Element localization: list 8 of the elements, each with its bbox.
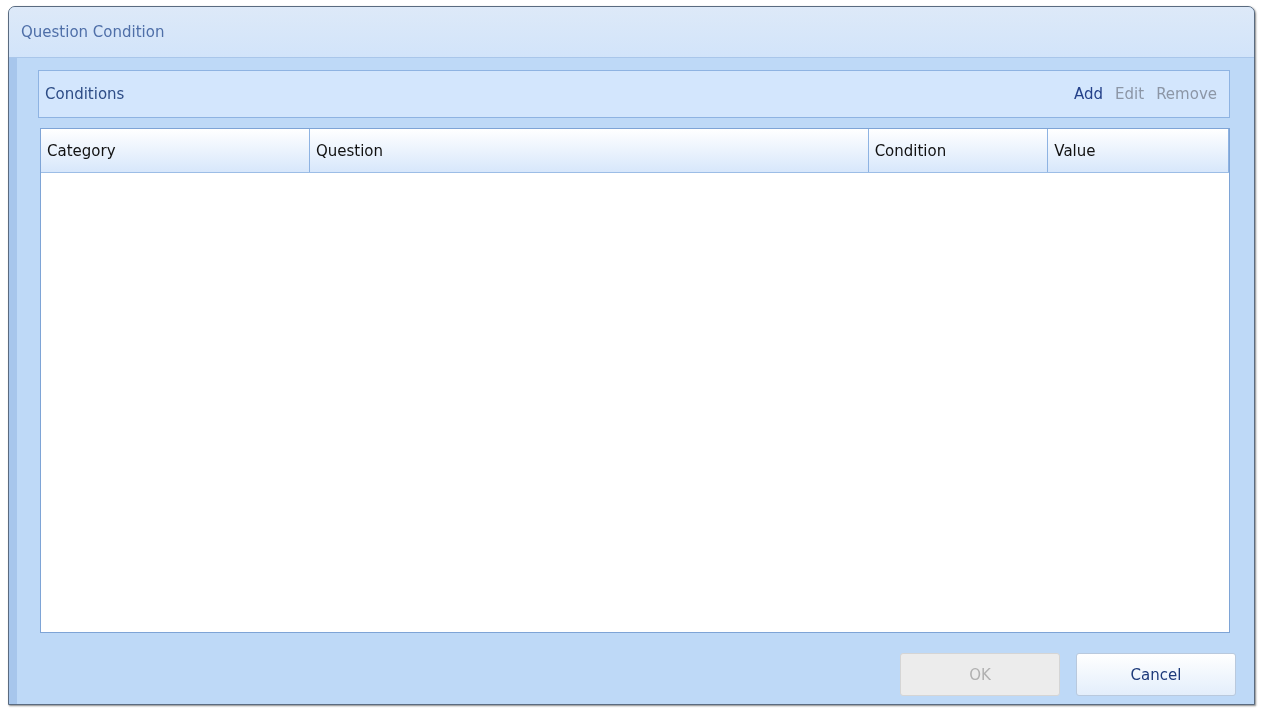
column-header[interactable]: Question: [309, 129, 869, 172]
column-header[interactable]: Condition: [868, 129, 1049, 172]
dialog-button[interactable]: Cancel: [1076, 653, 1236, 696]
column-header[interactable]: Value: [1048, 129, 1229, 172]
column-header[interactable]: Category: [41, 129, 310, 172]
conditions-title: Conditions: [45, 85, 125, 103]
action-link[interactable]: Add: [1074, 85, 1104, 103]
window-title: Question Condition: [21, 23, 165, 41]
